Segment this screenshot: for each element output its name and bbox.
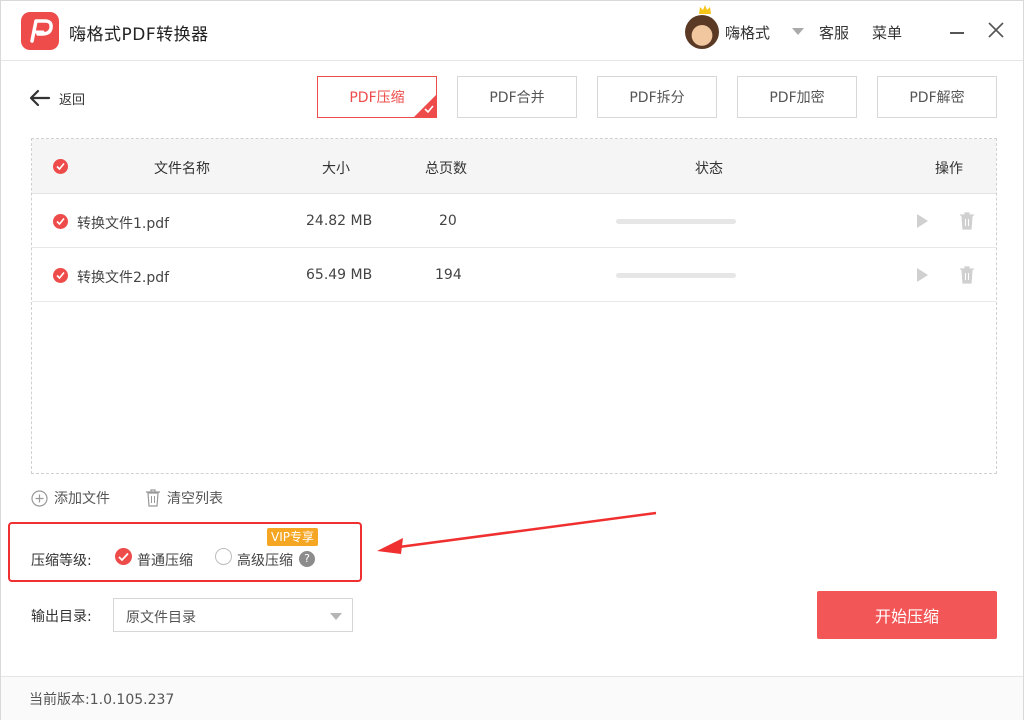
output-dir-select[interactable]: 原文件目录 [113, 598, 353, 632]
output-dir-value: 原文件目录 [126, 610, 196, 626]
app-title: 嗨格式PDF转换器 [69, 25, 209, 45]
header-actions: 操作 [935, 161, 963, 177]
progress-bar [616, 219, 736, 224]
file-size: 24.82 MB [306, 213, 373, 229]
compression-level-label: 压缩等级: [31, 553, 92, 569]
version-text: 当前版本:1.0.105.237 [29, 692, 175, 708]
help-icon[interactable]: ? [299, 551, 315, 567]
tab-pdf-merge[interactable]: PDF合并 [457, 76, 577, 118]
trash-icon[interactable] [958, 211, 976, 231]
file-table: 文件名称 大小 总页数 状态 操作 转换文件1.pdf 24.82 MB 20 [31, 138, 997, 474]
play-icon[interactable] [913, 266, 931, 284]
table-header: 文件名称 大小 总页数 状态 操作 [32, 139, 996, 194]
tab-label: PDF加密 [769, 90, 825, 106]
check-icon [424, 105, 434, 114]
chevron-down-icon [330, 613, 342, 620]
tab-label: PDF压缩 [349, 90, 405, 106]
table-row: 转换文件2.pdf 65.49 MB 194 [32, 248, 996, 302]
vip-badge: VIP专享 [267, 528, 318, 546]
advanced-compression-label[interactable]: 高级压缩 [237, 550, 293, 570]
tab-label: PDF拆分 [629, 90, 685, 106]
normal-compression-label[interactable]: 普通压缩 [137, 550, 193, 570]
add-file-label: 添加文件 [54, 491, 110, 507]
minimize-icon[interactable] [950, 32, 964, 34]
app-window: 嗨格式PDF转换器 嗨格式 客服 菜单 返回 PDF压缩 PDF合并 PDF拆分 [0, 0, 1024, 720]
tab-pdf-encrypt[interactable]: PDF加密 [737, 76, 857, 118]
user-avatar[interactable] [685, 15, 719, 49]
plus-circle-icon [31, 489, 48, 507]
back-button[interactable]: 返回 [29, 87, 85, 109]
table-row: 转换文件1.pdf 24.82 MB 20 [32, 194, 996, 248]
page-count: 194 [435, 267, 462, 283]
header-pages: 总页数 [425, 161, 467, 177]
annotation-arrow-icon [377, 511, 657, 554]
title-bar: 嗨格式PDF转换器 嗨格式 客服 菜单 [1, 1, 1023, 61]
normal-compression-radio[interactable] [115, 548, 132, 565]
close-icon[interactable] [987, 21, 1005, 39]
header-status: 状态 [695, 161, 723, 177]
header-file-name: 文件名称 [154, 161, 210, 177]
file-name: 转换文件1.pdf [77, 216, 170, 232]
clear-list-label: 清空列表 [167, 491, 223, 507]
tab-pdf-compress[interactable]: PDF压缩 [317, 76, 437, 118]
menu-button[interactable]: 菜单 [872, 22, 902, 43]
tab-label: PDF合并 [489, 90, 545, 106]
tab-pdf-decrypt[interactable]: PDF解密 [877, 76, 997, 118]
file-name: 转换文件2.pdf [77, 270, 170, 286]
row-checkbox[interactable] [53, 268, 68, 283]
app-logo-icon [21, 12, 59, 50]
output-dir-label: 输出目录: [31, 609, 92, 625]
row-checkbox[interactable] [53, 214, 68, 229]
tab-pdf-split[interactable]: PDF拆分 [597, 76, 717, 118]
advanced-compression-radio[interactable] [215, 548, 232, 565]
customer-service-button[interactable]: 客服 [819, 22, 849, 43]
page-count: 20 [439, 213, 457, 229]
trash-icon[interactable] [958, 265, 976, 285]
user-name[interactable]: 嗨格式 [725, 22, 770, 43]
select-all-checkbox[interactable] [53, 159, 68, 174]
trash-icon [146, 489, 160, 507]
start-compress-button[interactable]: 开始压缩 [817, 591, 997, 639]
file-size: 65.49 MB [306, 267, 373, 283]
crown-icon [699, 5, 711, 14]
status-bar: 当前版本:1.0.105.237 [1, 676, 1023, 720]
progress-bar [616, 273, 736, 278]
chevron-down-icon[interactable] [792, 28, 804, 35]
tab-label: PDF解密 [909, 90, 965, 106]
arrow-left-icon [29, 89, 51, 107]
add-file-button[interactable]: 添加文件 [31, 488, 110, 508]
header-size: 大小 [322, 161, 350, 177]
back-label: 返回 [59, 92, 86, 108]
play-icon[interactable] [913, 212, 931, 230]
clear-list-button[interactable]: 清空列表 [145, 488, 223, 508]
